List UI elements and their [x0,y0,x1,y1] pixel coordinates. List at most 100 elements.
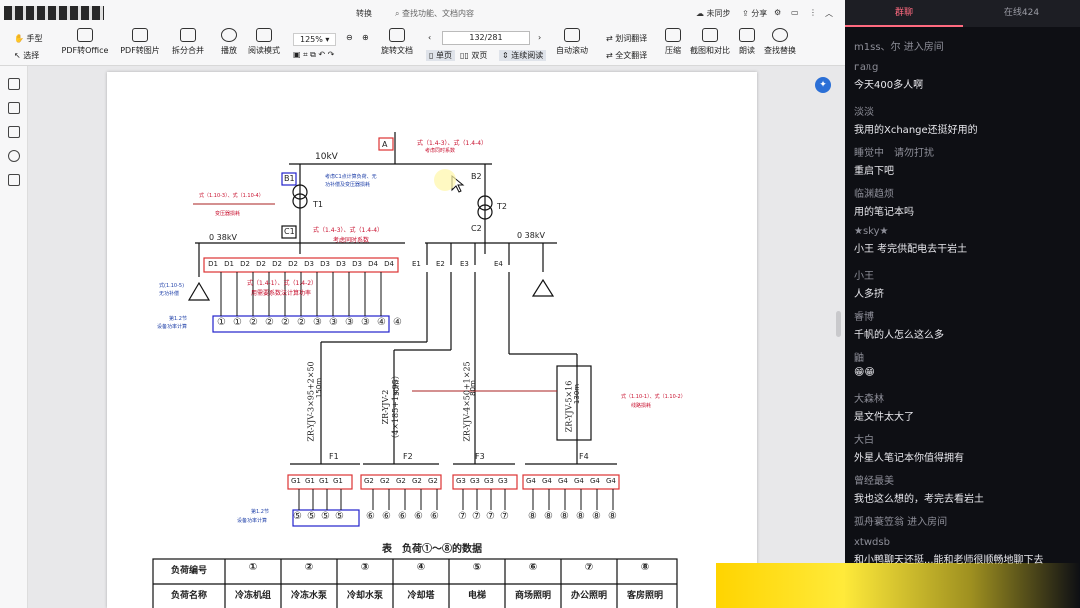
continuous-read-button[interactable]: ⇕ 连续阅读 [499,50,547,61]
compress-icon [665,28,681,42]
note-top-sub: 考虑同时系数 [425,148,456,154]
note-device-b-sub: 设备功率计算 [237,518,268,524]
chat-username: 孤舟蓑笠翁 进入房间 [854,517,948,528]
chat-username: 淡淡 [854,107,874,118]
node-b1: B1 [284,174,295,183]
load-circle: ⑧ [528,511,537,522]
d-load-circles: ①①②②②②③③③③④④ [215,317,404,328]
read-mode-button[interactable]: 阅读模式 [246,28,282,62]
pdf-to-image-button[interactable]: PDF转图片 [118,28,162,62]
table-cell: 客房照明 [626,591,663,601]
split-merge-button[interactable]: 拆分合并 [166,28,210,62]
attachment-icon[interactable] [8,150,20,162]
tab-convert[interactable]: 转换 [356,8,372,19]
select-tool[interactable]: ↖ 选择 [14,50,39,61]
e-feeder-label: E1 [412,260,421,268]
live-chat-panel: 群聊 在线424 m1ss、尔 进入房间 ᴦaᥰg 今天400多人啊 淡淡 我用的Xch… [845,0,1080,608]
comment-icon[interactable]: ▭ [791,8,799,17]
load-circle: ④ [393,317,402,328]
auto-scroll-button[interactable]: 自动滚动 [552,28,592,62]
more-icon[interactable]: ⋮ [809,8,817,17]
full-translate-button[interactable]: ⇄ 全文翻译 [606,50,647,61]
note-d: 式（1.4-1）、式（1.4-2） [247,280,318,287]
chat-username: ᴦaᥰg [854,62,879,73]
chat-username: 临渊趋烦 [854,189,894,200]
g-device-label: G3 [498,477,508,485]
play-button[interactable]: 播放 [216,28,242,62]
promo-banner[interactable] [716,563,1080,608]
load-circle: ⑧ [560,511,569,522]
scrollbar-thumb[interactable] [836,311,841,337]
tab-online[interactable]: 在线424 [963,0,1080,27]
note-device-b: 第1.2节 [251,509,269,515]
table-cell: 冷冻机组 [234,591,271,601]
chat-message: 大森林 是文件太大了 [854,390,1074,423]
prev-page-icon[interactable]: ‹ [428,33,431,42]
voltage-038kv-left: 0 38kV [209,233,237,242]
g-device-label: G1 [333,477,343,485]
f-bus-label: F3 [475,452,485,461]
ai-assistant-icon[interactable]: ✦ [815,77,831,93]
fit-icons[interactable]: ▣ ⌗ ⧉ ↶ ↷ [293,50,334,60]
cable-length: 150m [315,377,324,399]
toolbar: 转换 ⌕ 查找功能、文档内容 ☁ 未同步 ⇪ 分享 ⚙ ▭ ⋮ ︿ ✋ 手型 ↖… [0,0,845,66]
voltage-038kv-right: 0 38kV [517,231,545,240]
note-f4-sub: 线路损耗 [631,403,652,409]
load-circle: ⑤ [335,511,344,522]
hand-tool[interactable]: ✋ 手型 [14,33,43,44]
d-feeder-label: D2 [272,260,282,268]
search-input[interactable]: ⌕ 查找功能、文档内容 [395,8,474,19]
word-translate-button[interactable]: ⇄ 划词翻译 [606,33,647,44]
pdf-to-office-button[interactable]: PDF转Office [58,28,112,62]
chat-text: 😁😁 [854,367,875,378]
next-page-icon[interactable]: › [538,33,541,42]
share-button[interactable]: ⇪ 分享 [742,8,767,19]
g-device-label: G2 [412,477,422,485]
load-circle: ⑥ [414,511,423,522]
settings-icon[interactable]: ⚙ [774,8,781,17]
signature-icon[interactable] [8,174,20,186]
d-feeder-label: D1 [224,260,234,268]
single-page-button[interactable]: ▯ 单页 [426,50,455,61]
comment-icon[interactable] [8,126,20,138]
read-aloud-button[interactable]: 朗读 [736,28,758,62]
compress-button[interactable]: 压缩 [662,28,684,62]
chat-message: xtwdsb 和小鸭聊天还挺...能和老师很顺畅地聊下去 [854,537,1074,566]
chat-text: 重启下吧 [854,166,894,177]
double-page-button[interactable]: ▯▯ 双页 [460,50,487,61]
note-capacitor: 式(1.10-5) [159,283,185,289]
load-circle: ③ [345,317,354,328]
d-feeder-label: D2 [288,260,298,268]
zoom-select[interactable]: 125% ▾ [293,33,337,46]
sync-status[interactable]: ☁ 未同步 [696,8,731,19]
chat-text: 用的笔记本吗 [854,207,914,218]
load-circle: ⑥ [398,511,407,522]
chat-username: 睿博 [854,312,874,323]
page-input[interactable]: 132/281 [442,31,530,45]
load-circle: ⑦ [500,511,509,522]
chat-username: ★sky★ [854,226,889,237]
thumbnail-icon[interactable] [8,102,20,114]
rotate-button[interactable]: 旋转文档 [380,28,414,62]
chat-message: ᴦaᥰg 今天400多人啊 [854,62,1074,91]
note-d-sub: 用需要系数法计算功率 [251,290,312,297]
tab-group-chat[interactable]: 群聊 [845,0,963,27]
load-circle: ⑤ [307,511,316,522]
find-replace-button[interactable]: 查找替换 [762,28,798,62]
load-circle: ③ [329,317,338,328]
bookmark-icon[interactable] [8,78,20,90]
node-t1: T1 [313,200,323,209]
table-cell: ⑦ [584,562,594,573]
table-cell: 商场照明 [514,591,551,601]
zoom-out-icon[interactable]: ⊖ [346,33,353,42]
screenshot-compare-button[interactable]: 截图和对比 [688,28,732,62]
zoom-in-icon[interactable]: ⊕ [362,33,369,42]
chat-message: 孤舟蓑笠翁 进入房间 [854,513,1074,531]
collapse-icon[interactable]: ︿ [825,8,833,19]
load-circle: ⑧ [544,511,553,522]
g-device-label: G2 [364,477,374,485]
node-c2: C2 [471,224,482,233]
chat-message: 小王 人多挤 [854,267,1074,300]
f-bus-label: F1 [329,452,339,461]
d-feeder-label: D3 [352,260,362,268]
